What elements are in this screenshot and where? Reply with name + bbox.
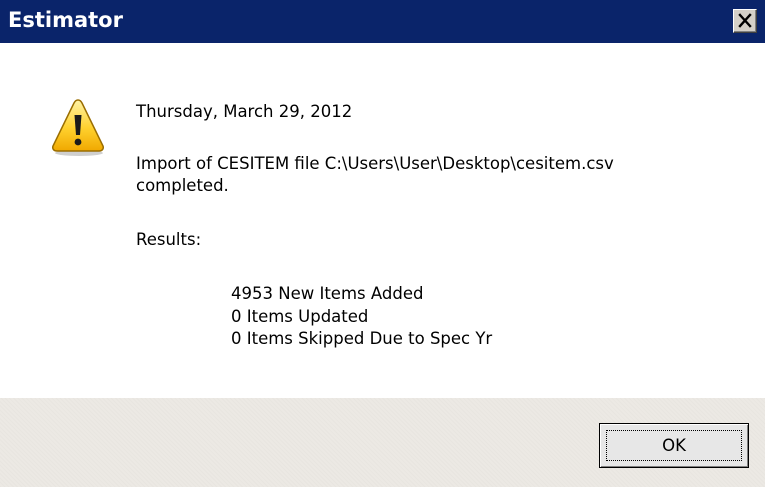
warning-icon bbox=[52, 99, 104, 156]
title-bar: Estimator bbox=[0, 0, 765, 43]
result-item: 0 Items Updated bbox=[231, 307, 369, 326]
result-item: 4953 New Items Added bbox=[231, 284, 424, 303]
message-line-1: Import of CESITEM file C:\Users\User\Des… bbox=[136, 154, 614, 173]
window-title: Estimator bbox=[8, 8, 123, 32]
message-date: Thursday, March 29, 2012 bbox=[136, 102, 353, 121]
message-line-2: completed. bbox=[136, 176, 229, 195]
estimator-dialog: Estimator Thursday, March 29, 2012 Impor… bbox=[0, 0, 765, 487]
close-icon bbox=[738, 13, 752, 28]
ok-button[interactable]: OK bbox=[599, 423, 749, 468]
ok-button-label: OK bbox=[606, 430, 742, 461]
result-item: 0 Items Skipped Due to Spec Yr bbox=[231, 329, 493, 348]
close-button[interactable] bbox=[733, 9, 757, 33]
results-label: Results: bbox=[136, 230, 202, 249]
